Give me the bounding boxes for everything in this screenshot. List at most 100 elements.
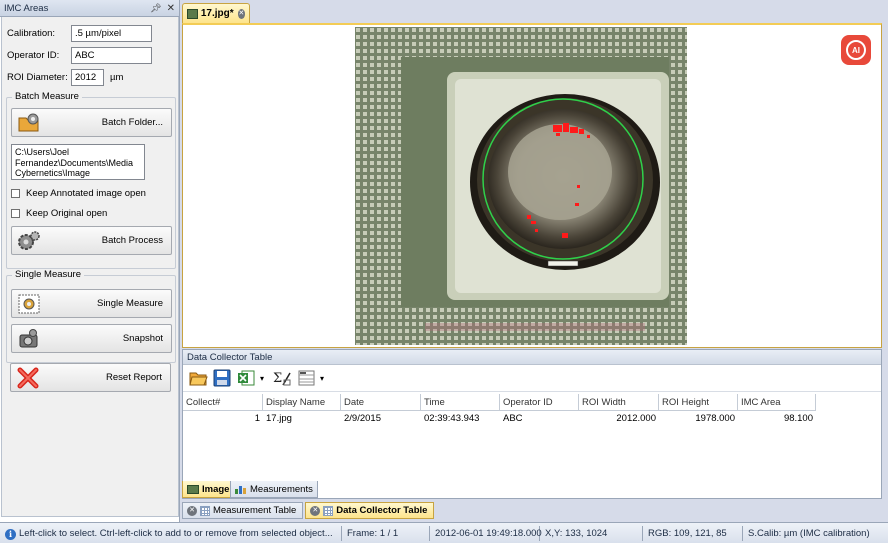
close-tab-icon[interactable]: ✕	[237, 8, 245, 19]
document-tab-17jpg[interactable]: 17.jpg* ✕	[182, 3, 250, 23]
table-cell: ABC	[503, 413, 523, 424]
operator-id-field[interactable]: ABC	[71, 47, 152, 64]
data-collector-title: Data Collector Table	[183, 350, 881, 365]
table-cell: 2012.000	[616, 413, 656, 424]
data-collector-panel: Data Collector Table ▾ Σ ▾ Collect# Disp…	[182, 349, 882, 499]
status-hint-text: Left-click to select. Ctrl-left-click to…	[19, 527, 333, 539]
panel-title: IMC Areas	[4, 2, 49, 14]
checkbox-box[interactable]	[11, 189, 20, 198]
image-thumbnail-icon	[187, 484, 199, 494]
keep-annotated-checkbox[interactable]: Keep Annotated image open	[11, 188, 146, 199]
column-header[interactable]: IMC Area	[738, 394, 816, 411]
red-x-icon	[16, 367, 40, 389]
checkbox-box[interactable]	[11, 209, 20, 218]
excel-dropdown-icon[interactable]: ▾	[260, 374, 264, 383]
tab-image-label: Image	[202, 483, 230, 495]
tab-measurements[interactable]: Measurements	[230, 481, 318, 498]
column-header[interactable]: Date	[341, 394, 421, 411]
svg-text:Σ: Σ	[273, 371, 282, 386]
panel-tabs: ✕ Measurement Table ✕ Data Collector Tab…	[182, 502, 882, 520]
status-calibration: S.Calib: µm (IMC calibration)	[748, 527, 870, 539]
micrograph-image[interactable]	[355, 27, 687, 345]
roi-diameter-label: ROI Diameter:	[7, 72, 68, 83]
keep-original-checkbox[interactable]: Keep Original open	[11, 208, 107, 219]
table-cell: 2/9/2015	[344, 413, 381, 424]
statistics-icon[interactable]: Σ	[272, 368, 292, 388]
status-hint: i Left-click to select. Ctrl-left-click t…	[0, 525, 342, 541]
image-viewer: AI	[182, 23, 882, 348]
table-icon	[200, 505, 210, 516]
panel-body: Calibration: .5 µm/pixel Operator ID: AB…	[1, 17, 179, 517]
column-header[interactable]: Operator ID	[500, 394, 579, 411]
measure-target-icon	[17, 293, 41, 315]
close-tab-icon[interactable]: ✕	[310, 505, 321, 516]
table-cell: 98.100	[783, 413, 813, 424]
table-cell: 17.jpg	[266, 413, 292, 424]
data-collector-toolbar: ▾ Σ ▾	[183, 365, 881, 392]
status-datetime: 2012-06-01 19:49:18.000	[430, 525, 542, 541]
batch-measure-group: Batch Measure Batch Folder... C:\Users\J…	[6, 91, 176, 269]
measurements-icon	[235, 485, 247, 494]
operator-id-label: Operator ID:	[7, 50, 60, 61]
pin-icon[interactable]: 📌︎	[150, 3, 161, 14]
status-bar: i Left-click to select. Ctrl-left-click t…	[0, 522, 888, 543]
batch-process-button[interactable]: Batch Process	[11, 226, 172, 255]
folder-gear-icon	[17, 112, 41, 134]
table-row[interactable]: 1 17.jpg 2/9/2015 02:39:43.943 ABC 2012.…	[183, 412, 816, 427]
calibration-label: Calibration:	[7, 28, 56, 39]
ai-assistant-badge[interactable]: AI	[841, 35, 871, 65]
gears-icon	[17, 230, 41, 252]
data-table-header: Collect# Display Name Date Time Operator…	[183, 394, 816, 411]
single-measure-button[interactable]: Single Measure	[11, 289, 172, 318]
format-table-icon[interactable]	[296, 368, 316, 388]
tab-data-collector-table[interactable]: ✕ Data Collector Table	[305, 502, 435, 519]
keep-original-label: Keep Original open	[26, 208, 108, 219]
status-xy: X,Y: 133, 1024	[540, 525, 643, 541]
tab-data-collector-table-label: Data Collector Table	[336, 505, 428, 516]
status-rgb: RGB: 109, 121, 85	[643, 525, 743, 541]
batch-folder-button[interactable]: Batch Folder...	[11, 108, 172, 137]
reset-report-button[interactable]: Reset Report	[10, 363, 171, 392]
column-header[interactable]: ROI Height	[659, 394, 738, 411]
close-tab-icon[interactable]: ✕	[187, 505, 197, 516]
calibration-field[interactable]: .5 µm/pixel	[71, 25, 152, 42]
document-tab-label: 17.jpg*	[200, 8, 234, 19]
image-thumbnail-icon	[187, 8, 198, 19]
save-icon[interactable]	[212, 368, 232, 388]
tab-measurement-table-label: Measurement Table	[213, 505, 297, 516]
table-cell: 1	[254, 413, 260, 424]
snapshot-label: Snapshot	[122, 333, 163, 344]
table-cell: 1978.000	[695, 413, 735, 424]
reset-report-label: Reset Report	[106, 372, 162, 383]
batch-measure-title: Batch Measure	[12, 91, 82, 102]
roi-diameter-field[interactable]: 2012	[71, 69, 104, 86]
roi-unit: µm	[110, 72, 124, 83]
batch-path-box: C:\Users\Joel Fernandez\Documents\Media …	[11, 144, 145, 180]
single-measure-group: Single Measure Single Measure Snapshot	[6, 269, 176, 363]
document-tab-bar: 17.jpg* ✕	[182, 3, 882, 23]
ai-badge-label: AI	[846, 40, 866, 60]
tab-measurement-table[interactable]: ✕ Measurement Table	[182, 502, 304, 519]
tab-measurements-label: Measurements	[250, 483, 313, 495]
batch-process-label: Batch Process	[101, 235, 163, 246]
tab-image[interactable]: Image	[182, 481, 235, 498]
snapshot-button[interactable]: Snapshot	[11, 324, 172, 353]
column-header[interactable]: ROI Width	[579, 394, 659, 411]
panel-title-bar: IMC Areas 📌︎ ✕	[0, 0, 179, 17]
close-icon[interactable]: ✕	[167, 3, 175, 14]
column-header[interactable]: Display Name	[263, 394, 341, 411]
info-icon: i	[5, 528, 16, 540]
keep-annotated-label: Keep Annotated image open	[26, 188, 146, 199]
table-icon	[323, 505, 334, 516]
excel-export-icon[interactable]	[236, 368, 256, 388]
status-frame: Frame: 1 / 1	[342, 525, 430, 541]
single-measure-label: Single Measure	[96, 298, 163, 309]
collect-folder-icon[interactable]	[188, 368, 208, 388]
single-measure-title: Single Measure	[12, 269, 85, 280]
format-dropdown-icon[interactable]: ▾	[320, 374, 324, 383]
column-header[interactable]: Time	[421, 394, 500, 411]
column-header[interactable]: Collect#	[183, 394, 263, 411]
camera-gear-icon	[17, 328, 41, 350]
view-tabs: Image Measurements	[182, 481, 882, 499]
batch-folder-label: Batch Folder...	[101, 117, 163, 128]
